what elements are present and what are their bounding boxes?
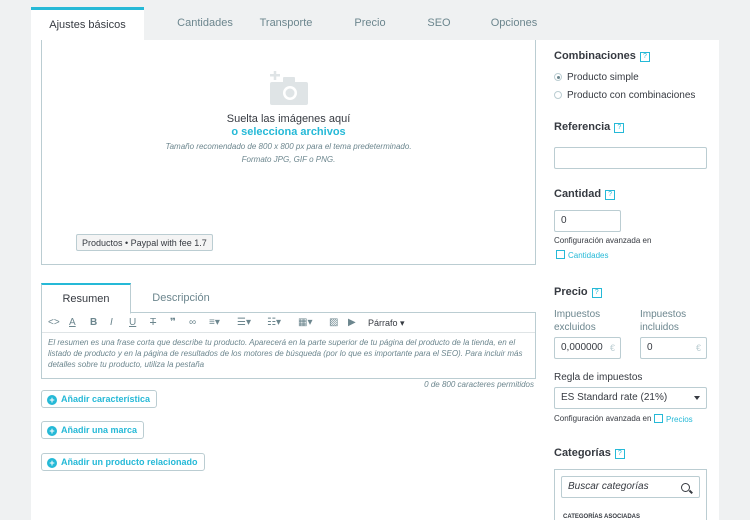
plus-circle-icon: + — [47, 395, 57, 405]
euro-icon: € — [695, 343, 701, 353]
add-brand-button[interactable]: + Añadir una marca — [41, 421, 145, 439]
combinations-heading: Combinaciones? — [554, 50, 650, 62]
strikethrough-icon[interactable]: T — [150, 316, 156, 330]
quote-icon[interactable]: ❞ — [170, 316, 176, 330]
align-icon[interactable]: ≡▾ — [209, 316, 220, 330]
tab-options[interactable]: Opciones — [472, 7, 556, 40]
tab-description[interactable]: Descripción — [136, 283, 226, 314]
search-icon[interactable] — [681, 483, 690, 492]
radio-unchecked-icon — [554, 91, 562, 99]
bullet-list-icon[interactable]: ☰▾ — [237, 316, 251, 330]
chevron-down-icon — [694, 396, 700, 400]
plus-circle-icon: + — [47, 458, 57, 468]
price-tax-excluded-input[interactable]: 0,000000 € — [554, 337, 621, 359]
add-feature-button[interactable]: + Añadir característica — [41, 390, 158, 408]
tax-rule-select[interactable]: ES Standard rate (21%) — [554, 387, 707, 409]
category-search-input[interactable]: Buscar categorías — [561, 476, 700, 498]
select-files-link[interactable]: o selecciona archivos — [42, 126, 535, 138]
tab-seo[interactable]: SEO — [401, 7, 477, 40]
character-count: 0 de 800 caracteres permitidos — [424, 380, 534, 389]
add-related-product-button[interactable]: + Añadir un producto relacionado — [41, 453, 205, 471]
media-icon[interactable]: ▶ — [348, 316, 356, 330]
dropzone-title: Suelta las imágenes aquí — [226, 113, 351, 125]
external-link-icon — [654, 414, 663, 423]
tax-rule-label: Regla de impuestos — [554, 372, 643, 383]
associated-categories-label: CATEGORÍAS ASOCIADAS — [563, 514, 641, 520]
numbered-list-icon[interactable]: ☷▾ — [267, 316, 281, 330]
image-dropzone[interactable]: Suelta las imágenes aquí o selecciona ar… — [41, 40, 536, 265]
radio-checked-icon — [554, 73, 562, 81]
tooltip-badge: Productos • Paypal with fee 1.7 — [76, 234, 213, 251]
source-code-icon[interactable]: <> — [48, 316, 60, 330]
prices-link[interactable]: Precios — [654, 414, 693, 424]
price-heading: Precio? — [554, 286, 602, 298]
price-advanced-text: Configuración avanzada en — [554, 414, 652, 423]
editor-toolbar: <> A B I U T ❞ ∞ ≡▾ ☰▾ ☷▾ ▦▾ ▨ ▶ Párrafo… — [42, 313, 535, 333]
underline-icon[interactable]: U — [129, 316, 136, 330]
plus-circle-icon: + — [47, 426, 57, 436]
table-icon[interactable]: ▦▾ — [298, 316, 312, 330]
help-icon[interactable]: ? — [639, 52, 650, 62]
quantities-link[interactable]: Cantidades — [556, 250, 608, 260]
quantity-input[interactable]: 0 — [554, 210, 621, 232]
radio-combinations-product[interactable]: Producto con combinaciones — [554, 90, 695, 102]
euro-icon: € — [609, 343, 615, 353]
tab-shipping[interactable]: Transporte — [235, 7, 337, 40]
tab-summary[interactable]: Resumen — [41, 283, 131, 314]
text-color-icon[interactable]: A — [69, 316, 76, 330]
tab-basic-settings[interactable]: Ajustes básicos — [31, 7, 144, 40]
help-icon[interactable]: ? — [614, 449, 625, 459]
paragraph-format-select[interactable]: Párrafo ▾ — [368, 316, 405, 330]
tax-included-label: Impuestos incluidos — [640, 309, 687, 333]
reference-input[interactable] — [554, 147, 707, 169]
summary-text: El resumen es una frase corta que descri… — [48, 338, 523, 369]
radio-simple-product[interactable]: Producto simple — [554, 72, 639, 84]
italic-icon[interactable]: I — [110, 316, 113, 330]
tax-excluded-label: Impuestos excluidos — [554, 309, 601, 333]
help-icon[interactable]: ? — [614, 123, 625, 133]
help-icon[interactable]: ? — [605, 190, 616, 200]
description-tabs: Resumen Descripción — [41, 283, 536, 314]
image-icon[interactable]: ▨ — [329, 316, 338, 330]
bold-icon[interactable]: B — [90, 316, 97, 330]
help-icon[interactable]: ? — [591, 288, 602, 298]
link-icon[interactable]: ∞ — [189, 316, 196, 330]
product-tabs: Ajustes básicos Cantidades Transporte Pr… — [31, 7, 719, 40]
quantity-advanced-text: Configuración avanzada en — [554, 236, 652, 245]
quantity-heading: Cantidad? — [554, 188, 616, 200]
dropzone-format-note: Formato JPG, GIF o PNG. — [241, 155, 336, 164]
price-tax-included-input[interactable]: 0 € — [640, 337, 707, 359]
categories-heading: Categorías? — [554, 447, 625, 459]
dropzone-size-note: Tamaño recomendado de 800 x 800 px para … — [165, 142, 412, 151]
external-link-icon — [556, 250, 565, 259]
reference-heading: Referencia? — [554, 121, 625, 133]
camera-add-icon — [270, 71, 308, 105]
summary-editor[interactable]: <> A B I U T ❞ ∞ ≡▾ ☰▾ ☷▾ ▦▾ ▨ ▶ Párrafo… — [41, 313, 536, 379]
